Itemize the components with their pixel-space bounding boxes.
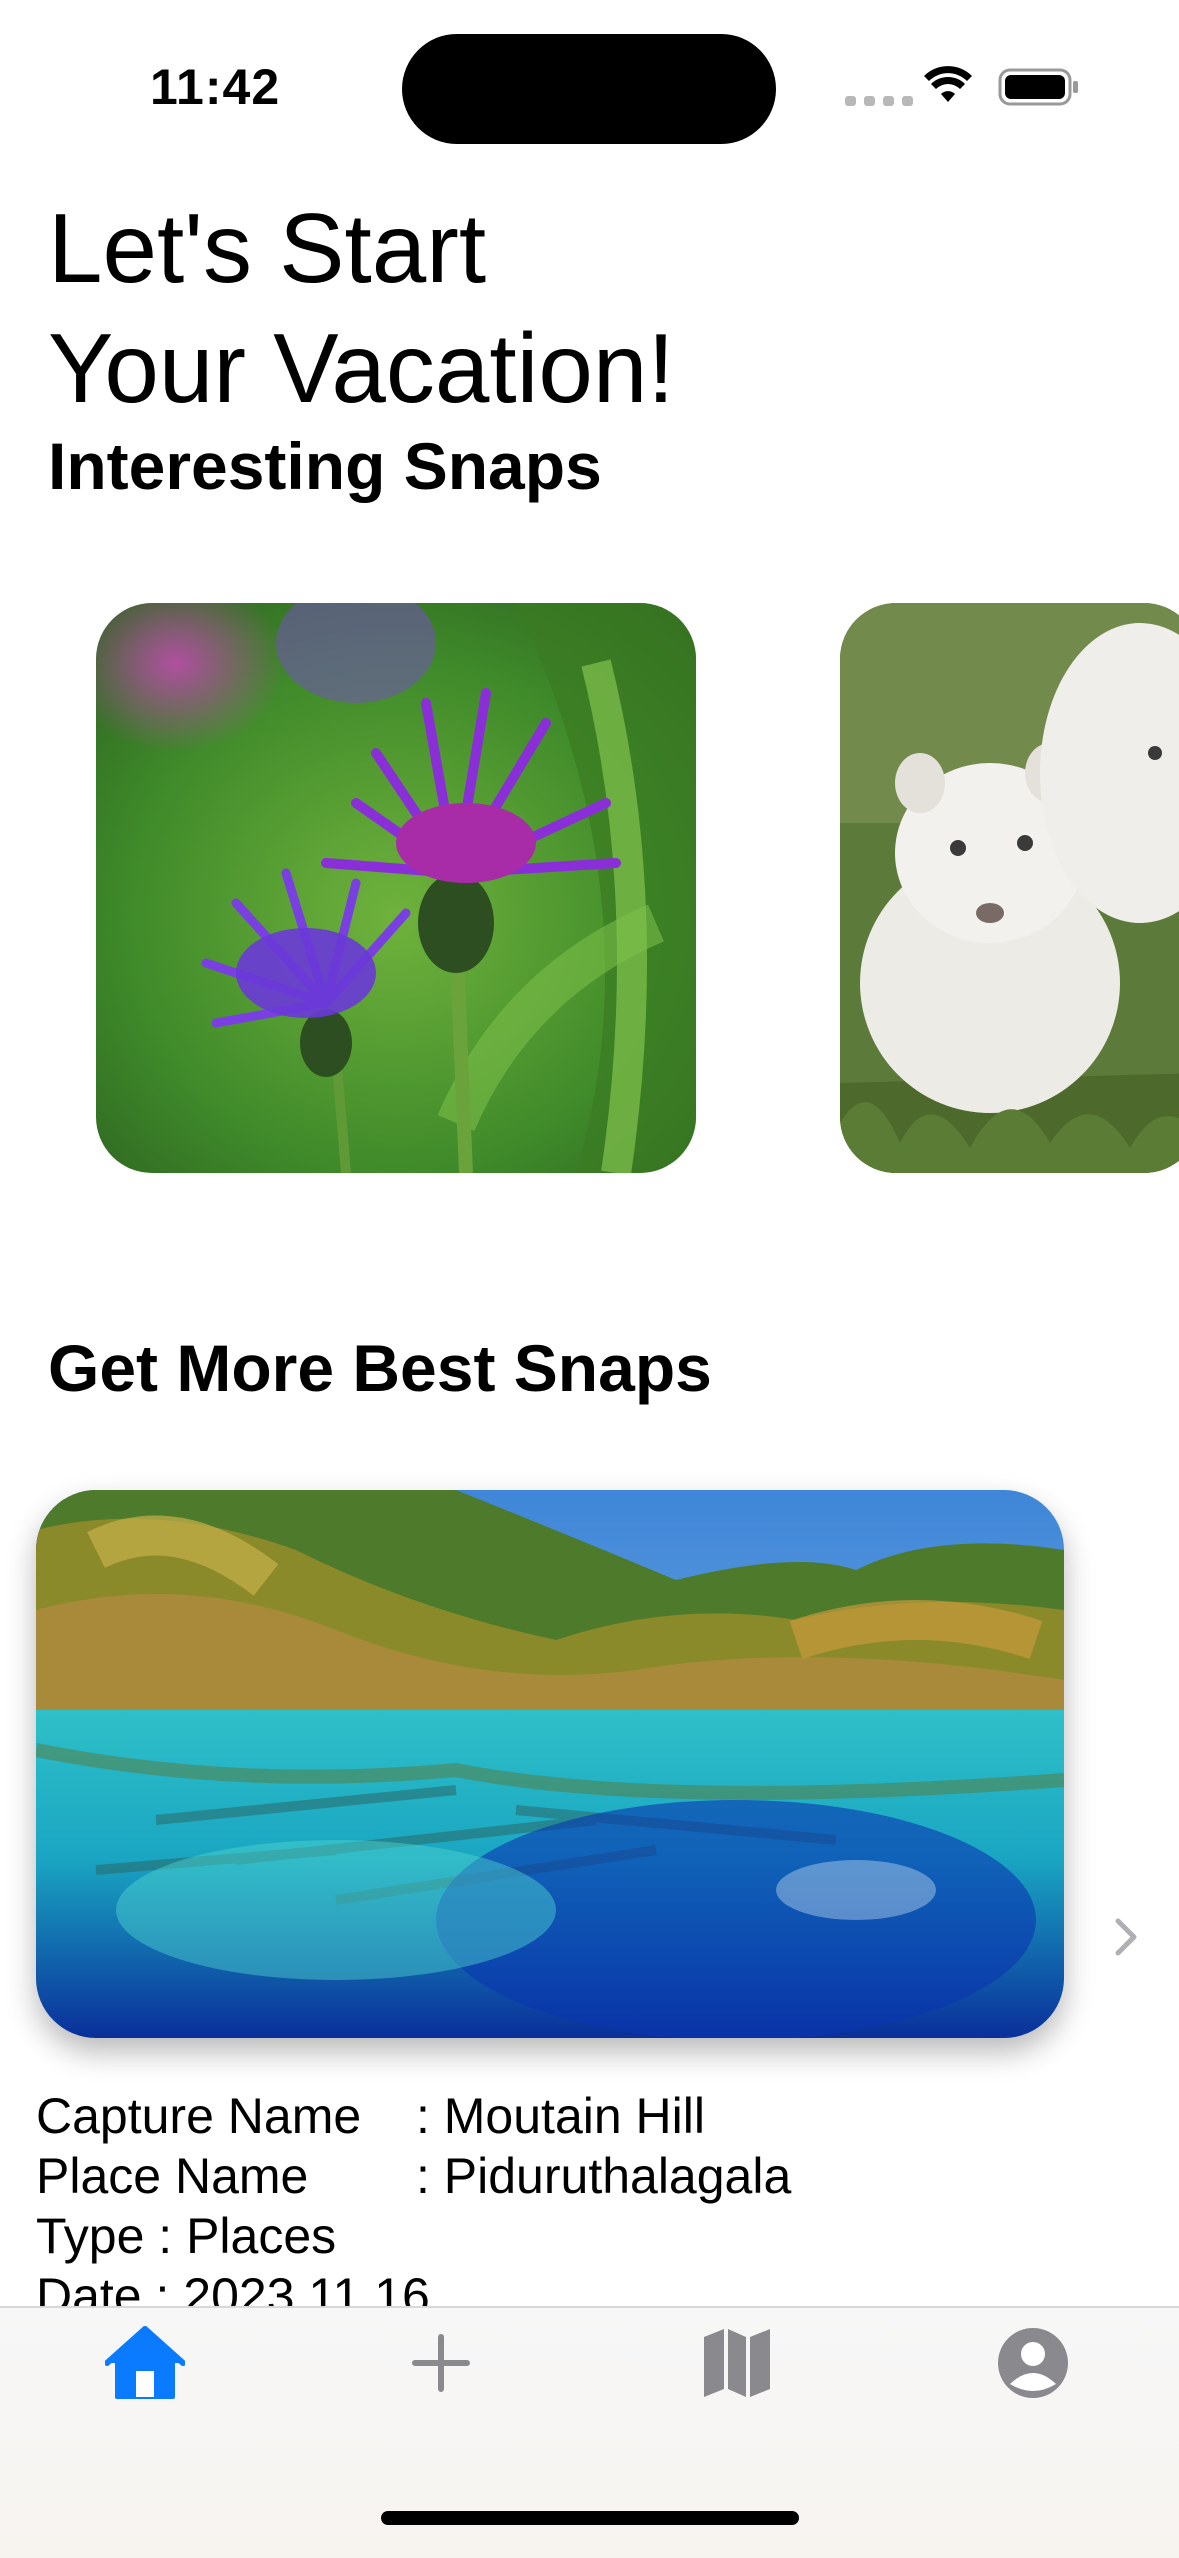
place-name-value: : Piduruthalagala [416,2148,792,2204]
tab-map[interactable] [692,2318,782,2408]
snap-card-flower[interactable] [96,603,696,1173]
title-line-1: Let's Start [48,193,487,303]
date-row: Date : 2023.11.16 [36,2268,430,2306]
chevron-right-icon[interactable] [1112,1915,1142,1964]
flower-photo [96,603,696,1173]
white-lion-cub-photo [840,603,1179,1173]
cellular-signal-icon [845,96,913,106]
person-circle-icon [998,2328,1068,2398]
capture-name-row: Capture Name : Moutain Hill [36,2086,1136,2146]
lake-photo [36,1490,1064,2038]
tab-home[interactable] [100,2318,190,2408]
map-icon [704,2329,770,2397]
status-time: 11:42 [150,59,281,115]
place-name-label: Place Name [36,2148,309,2204]
featured-snap-card[interactable] [36,1490,1064,2038]
home-indicator[interactable] [381,2511,799,2525]
dynamic-island [402,34,776,144]
plus-icon [412,2334,470,2392]
section-title-more: Get More Best Snaps [48,1331,712,1405]
section-title-interesting: Interesting Snaps [48,429,602,503]
tab-add[interactable] [396,2318,486,2408]
page-title: Let's Start Your Vacation! [48,188,675,428]
capture-name-label: Capture Name [36,2088,362,2144]
title-line-2: Your Vacation! [48,313,675,423]
capture-name-value: : Moutain Hill [416,2088,705,2144]
house-icon [105,2326,185,2399]
tab-profile[interactable] [988,2318,1078,2408]
snap-details: Capture Name : Moutain Hill Place Name :… [36,2086,1136,2306]
battery-icon [998,68,1080,111]
type-row: Type : Places [36,2208,337,2264]
wifi-icon [923,66,973,111]
place-name-row: Place Name : Piduruthalagala [36,2146,1136,2206]
snap-card-lion-cubs[interactable] [840,603,1179,1173]
